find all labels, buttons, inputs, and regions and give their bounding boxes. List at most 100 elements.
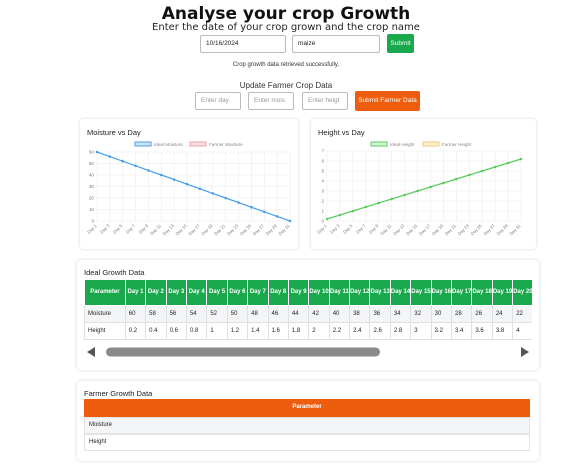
table-cell: 44 (287, 305, 310, 323)
scroll-right-arrow-icon[interactable] (521, 347, 529, 357)
row-label: Moisture (84, 305, 126, 323)
table-cell: 3.2 (430, 322, 453, 340)
y-tick-label: 30 (89, 184, 95, 189)
table-cell: 24 (491, 305, 514, 323)
x-tick-label: Day 5 (112, 223, 124, 235)
ideal-growth-table: Parameter Day 1 Day 2 Day 3 Day 4 Day 5 Day 6D… (84, 279, 532, 340)
table-cell: 0.8 (185, 322, 208, 340)
day-header: Day 19 (491, 279, 514, 306)
ideal-moisture-data-point (250, 205, 253, 209)
table-cell: 1.6 (267, 322, 289, 340)
ideal-table-title: Ideal Growth Data (84, 268, 145, 277)
x-tick-label: Day 1 (316, 223, 328, 235)
ideal-moisture-data-point (275, 215, 279, 218)
day-header: Day 1 (124, 279, 147, 306)
crop-name-input[interactable]: maize (292, 35, 380, 53)
table-cell: 56 (165, 305, 187, 323)
table-cell: 1 (206, 322, 228, 340)
legend-farmer-height: Farmer Height (442, 142, 472, 147)
height-chart-card: Height vs Day Ideal Height Farmer Height… (311, 119, 536, 249)
x-tick-label: Day 23 (457, 223, 471, 237)
x-tick-label: Day 17 (418, 223, 432, 237)
table-cell: 0.4 (145, 322, 167, 340)
farmer-parameter-header: Parameter (84, 399, 530, 417)
y-tick-label: 6 (321, 159, 324, 164)
ideal-moisture-data-point (160, 173, 163, 177)
day-header: Day 5 (206, 279, 228, 306)
legend-farmer-moisture-swatch (189, 141, 207, 147)
x-tick-label: Day 1 (86, 223, 98, 235)
ideal-table-scroll[interactable]: Parameter Day 1 Day 2 Day 3 Day 4 Day 5 Day 6D… (84, 279, 532, 345)
ideal-moisture-data-point (211, 192, 215, 195)
table-cell: 36 (369, 305, 391, 323)
ideal-moisture-data-point (237, 201, 240, 204)
legend-farmer-moisture: Farmer Moisture (209, 142, 243, 147)
table-cell: 0.2 (124, 322, 147, 340)
x-tick-label: Day 15 (405, 223, 419, 237)
height-input[interactable]: Enter heigt (302, 92, 348, 110)
table-row: Height 0.2 0.4 0.6 0.8 1 1.2 1.4 1.6 1.8 2 2.2 2.4 2.… (84, 322, 532, 340)
table-cell: 2.6 (369, 322, 391, 340)
table-cell: 34 (389, 305, 412, 323)
y-tick-label: 40 (89, 173, 95, 178)
update-section-title: Update Farmer Crop Data (239, 81, 333, 90)
x-tick-label: Day 31 (509, 223, 523, 237)
x-tick-label: Day 13 (162, 223, 176, 237)
y-tick-label: 7 (321, 149, 324, 154)
x-tick-label: Day 7 (355, 223, 367, 235)
ideal-height-data-point (493, 165, 497, 169)
day-header: Day 6 (226, 279, 249, 306)
y-tick-label: 0 (91, 219, 94, 224)
ideal-moisture-data-point (198, 187, 202, 191)
y-tick-label: 5 (321, 169, 324, 174)
day-input[interactable]: Enter day (195, 92, 241, 110)
legend-ideal-moisture-swatch (134, 141, 152, 147)
table-cell: 26 (471, 305, 493, 323)
moisture-chart-card: Moisture vs Day Ideal Moisture Farmer Mo… (80, 119, 298, 249)
date-input[interactable]: 10/16/2024 (200, 35, 286, 53)
scrollbar-thumb[interactable] (106, 347, 380, 357)
x-tick-label: Day 5 (342, 223, 354, 235)
table-cell: 50 (226, 305, 249, 323)
scroll-left-arrow-icon[interactable] (87, 347, 95, 357)
y-tick-label: 20 (89, 196, 95, 201)
table-cell: 60 (124, 305, 147, 323)
ideal-moisture-data-point (134, 164, 137, 168)
ideal-height-data-point (455, 177, 458, 181)
table-cell: 22 (512, 305, 532, 323)
moisture-chart: Ideal Moisture Farmer Moisture 0 10 20 30 40… (86, 141, 292, 237)
day-header: Day 3 (165, 279, 187, 306)
day-header: Day 15 (410, 279, 432, 306)
table-cell: 48 (247, 305, 269, 323)
moisture-input[interactable]: Enter mois (248, 92, 294, 110)
submit-farmer-data-button[interactable]: Submit Farmer Data (355, 91, 420, 111)
day-header: Day 16 (430, 279, 453, 306)
ideal-height-data-point (506, 161, 510, 165)
status-message: Crop growth data retrieved successfully. (232, 62, 340, 68)
table-cell: 52 (206, 305, 228, 323)
day-header: Day 7 (247, 279, 269, 306)
x-tick-label: Day 21 (444, 223, 458, 237)
parameter-header: Parameter (84, 279, 126, 306)
table-cell: 1.2 (226, 322, 249, 340)
x-tick-label: Day 3 (99, 223, 111, 235)
legend-ideal-height: Ideal Height (390, 142, 415, 147)
day-header: Day 10 (308, 279, 330, 306)
day-header: Day 18 (471, 279, 493, 306)
day-header: Day 14 (389, 279, 412, 306)
ideal-height-data-point (416, 189, 419, 193)
submit-button[interactable]: Submit (387, 34, 414, 53)
ideal-height-data-point (442, 181, 445, 185)
x-tick-label: Day 23 (226, 223, 240, 237)
x-tick-label: Day 3 (329, 223, 341, 235)
day-header: Day 17 (451, 279, 473, 306)
day-header: Day 13 (369, 279, 391, 306)
horizontal-scrollbar[interactable] (84, 345, 532, 359)
ideal-moisture-data-point (108, 155, 112, 158)
x-tick-label: Day 25 (239, 223, 253, 237)
x-tick-label: Day 19 (431, 223, 445, 237)
day-header: Day 9 (287, 279, 310, 306)
table-cell: 3.8 (491, 322, 514, 340)
y-tick-label: 0 (321, 219, 324, 224)
table-cell: 2 (308, 322, 330, 340)
